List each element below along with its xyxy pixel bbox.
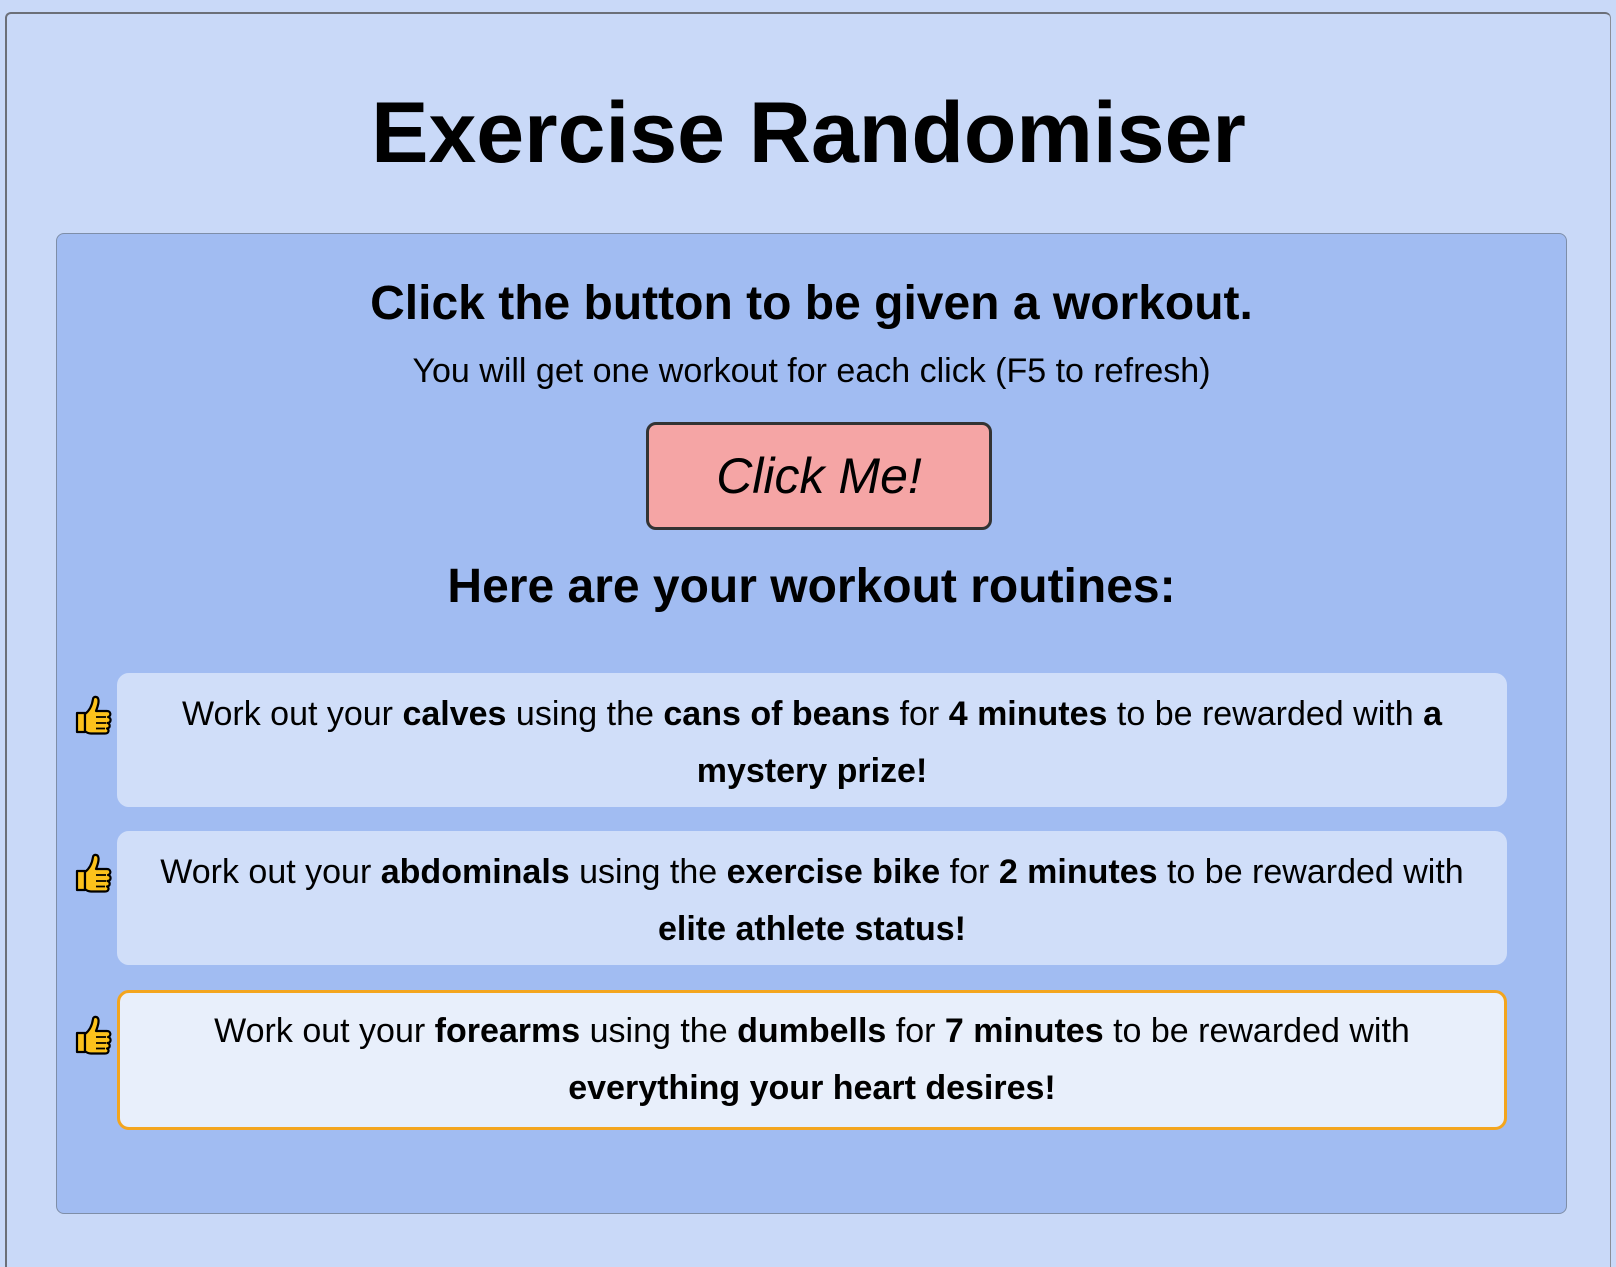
routine-muscle: abdominals (380, 853, 570, 891)
routine-equipment: dumbells (737, 1012, 887, 1050)
routine-text: to be rewarded with (1116, 695, 1414, 733)
routine-text: to be rewarded with (1113, 1012, 1410, 1050)
routine-reward: elite athlete status! (658, 910, 966, 948)
routine-text: using the (589, 1012, 728, 1050)
routine-card: Work out your abdominals using the exerc… (117, 831, 1507, 965)
routine-text: using the (515, 695, 654, 733)
routines-heading: Here are your workout routines: (447, 560, 1176, 613)
click-me-button[interactable]: Click Me! (646, 422, 992, 530)
browser-viewport: Exercise Randomiser Click the button to … (5, 12, 1611, 1267)
panel-heading: Click the button to be given a workout. (370, 277, 1253, 330)
thumbs-up-icon (75, 853, 112, 893)
routine-text: using the (579, 853, 718, 891)
routine-duration: 7 minutes (944, 1012, 1104, 1050)
routine-duration: 2 minutes (998, 853, 1158, 891)
workout-panel: Click the button to be given a workout. … (56, 233, 1567, 1214)
routine-reward: everything your heart desires! (568, 1069, 1056, 1107)
routine-equipment: exercise bike (726, 853, 941, 891)
routine-prefix: Work out your (160, 853, 372, 891)
routine-text: for (899, 695, 940, 733)
routine-text: for (949, 853, 990, 891)
routine-prefix: Work out your (214, 1012, 426, 1050)
routine-card-highlighted: Work out your forearms using the dumbell… (117, 990, 1507, 1130)
routine-equipment: cans of beans (663, 695, 891, 733)
thumbs-up-icon (75, 1015, 112, 1055)
routine-duration: 4 minutes (948, 695, 1108, 733)
routine-card: Work out your calves using the cans of b… (117, 673, 1507, 807)
routine-prefix: Work out your (182, 695, 394, 733)
thumbs-up-icon (75, 695, 112, 735)
routine-muscle: calves (402, 695, 507, 733)
routine-text: for (895, 1012, 936, 1050)
panel-subtitle: You will get one workout for each click … (412, 352, 1211, 390)
routine-muscle: forearms (434, 1012, 581, 1050)
routine-text: to be rewarded with (1166, 853, 1464, 891)
page-title: Exercise Randomiser (371, 85, 1246, 181)
